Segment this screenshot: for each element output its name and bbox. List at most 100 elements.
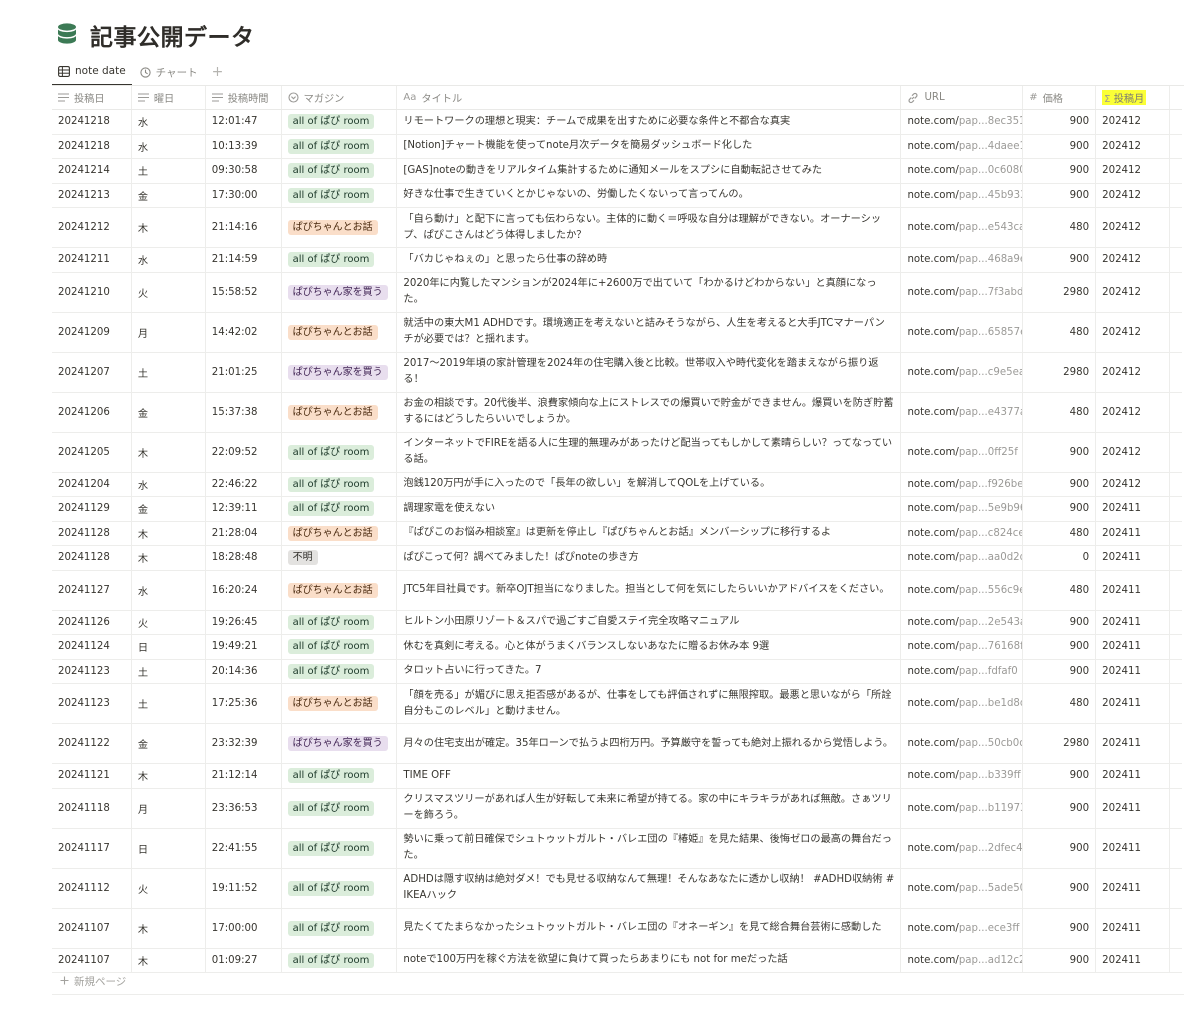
magazine-cell[interactable]: all of ぱぴ room <box>282 828 398 868</box>
table-row[interactable]: 20241128 木 21:28:04 ぱぴちゃんとお話 『ぱぴこのお悩み相談室』は更新… <box>52 521 1182 546</box>
url-cell[interactable]: note.com/pap...be1d8d <box>901 684 1024 723</box>
url-cell[interactable]: note.com/pap...45b933 <box>901 183 1024 207</box>
url-link[interactable]: note.com/pap...2dfec4 <box>907 843 1022 854</box>
article-title[interactable]: 勢いに乗って前日確保でシュトゥットガルト・バレエ団の『椿姫』を見た結果、後悔ゼロ… <box>403 832 894 864</box>
magazine-cell[interactable]: all of ぱぴ room <box>282 134 398 158</box>
magazine-cell[interactable]: all of ぱぴ room <box>282 248 398 272</box>
url-cell[interactable]: note.com/pap...65857e <box>901 312 1024 352</box>
article-title[interactable]: [Notion]チャート機能を使ってnote月次データを簡易ダッシュボード化した <box>403 138 752 154</box>
url-cell[interactable]: note.com/pap...556c9e <box>901 570 1024 610</box>
url-cell[interactable]: note.com/pap...0c6080 <box>901 159 1024 183</box>
article-title[interactable]: ぱぴこって何？調べてみました！ぱぴnoteの歩き方 <box>403 550 638 566</box>
title-cell[interactable]: 『ぱぴこのお悩み相談室』は更新を停止し『ぱぴちゃんとお話』メンバーシップに移行す… <box>397 521 902 545</box>
url-link[interactable]: note.com/pap...556c9e <box>907 585 1022 596</box>
magazine-cell[interactable]: ぱぴちゃんとお話 <box>282 208 398 247</box>
url-link[interactable]: note.com/pap...e4377a <box>907 407 1022 418</box>
table-row[interactable]: 20241117 日 22:41:55 all of ぱぴ room 勢いに乗って前日確… <box>52 828 1182 869</box>
title-cell[interactable]: 勢いに乗って前日確保でシュトゥットガルト・バレエ団の『椿姫』を見た結果、後悔ゼロ… <box>397 828 902 868</box>
url-link[interactable]: note.com/pap...8ec351 <box>907 116 1022 127</box>
url-link[interactable]: note.com/pap...7f3abd <box>907 287 1022 298</box>
table-row[interactable]: 20241210 火 15:58:52 ぱぴちゃん家を買う 2020年に内覧したマンショ… <box>52 272 1182 313</box>
article-title[interactable]: お金の相談です。20代後半、浪費家傾向な上にストレスでの爆買いで貯金ができません… <box>403 396 894 428</box>
url-cell[interactable]: note.com/pap...5ade50 <box>901 868 1024 908</box>
url-cell[interactable]: note.com/pap...f926be <box>901 472 1024 496</box>
article-title[interactable]: 「バカじゃねぇの」と思ったら仕事の辞め時 <box>403 252 607 268</box>
url-link[interactable]: note.com/pap...2e543a <box>907 617 1022 628</box>
title-cell[interactable]: リモートワークの理想と現実：チームで成果を出すために必要な条件と不都合な真実 <box>397 110 902 134</box>
url-cell[interactable]: note.com/pap...ad12c2 <box>901 948 1024 972</box>
url-cell[interactable]: note.com/pap...c9e5ea <box>901 352 1024 392</box>
url-cell[interactable]: note.com/pap...5e9b96 <box>901 497 1024 521</box>
url-link[interactable]: note.com/pap...5e9b96 <box>907 503 1022 514</box>
article-title[interactable]: リモートワークの理想と現実：チームで成果を出すために必要な条件と不都合な真実 <box>403 114 790 130</box>
url-cell[interactable]: note.com/pap...c824ce <box>901 521 1024 545</box>
url-cell[interactable]: note.com/pap...b11973 <box>901 788 1024 828</box>
table-row[interactable]: 20241218 水 12:01:47 all of ぱぴ room リモートワークの理… <box>52 110 1182 135</box>
magazine-cell[interactable]: all of ぱぴ room <box>282 764 398 788</box>
magazine-cell[interactable]: ぱぴちゃんとお話 <box>282 312 398 352</box>
url-link[interactable]: note.com/pap...ad12c2 <box>907 955 1022 966</box>
article-title[interactable]: 月々の住宅支出が確定。35年ローンで払うよ四桁万円。予算厳守を誓っても絶対上振れ… <box>403 736 893 752</box>
url-cell[interactable]: note.com/pap...fdfaf0 <box>901 659 1024 683</box>
url-link[interactable]: note.com/pap...c9e5ea <box>907 367 1022 378</box>
magazine-cell[interactable]: all of ぱぴ room <box>282 159 398 183</box>
article-title[interactable]: 『ぱぴこのお悩み相談室』は更新を停止し『ぱぴちゃんとお話』メンバーシップに移行す… <box>403 525 831 541</box>
title-cell[interactable]: noteで100万円を稼ぐ方法を欲望に負けて買ったらあまりにも not for … <box>397 948 902 972</box>
magazine-cell[interactable]: all of ぱぴ room <box>282 472 398 496</box>
magazine-cell[interactable]: all of ぱぴ room <box>282 908 398 948</box>
url-cell[interactable]: note.com/pap...aa0d2d <box>901 546 1024 570</box>
table-row[interactable]: 20241218 水 10:13:39 all of ぱぴ room [Notion]チ… <box>52 134 1182 159</box>
url-link[interactable]: note.com/pap...b339ff <box>907 770 1020 781</box>
url-link[interactable]: note.com/pap...0c6080 <box>907 165 1022 176</box>
magazine-cell[interactable]: ぱぴちゃん家を買う <box>282 272 398 312</box>
magazine-cell[interactable]: ぱぴちゃんとお話 <box>282 392 398 432</box>
table-row[interactable]: 20241126 火 19:26:45 all of ぱぴ room ヒルトン小田原リゾ… <box>52 610 1182 635</box>
article-title[interactable]: 就活中の東大M1 ADHDです。環境適正を考えないと詰みそうながら、人生を考える… <box>403 316 894 348</box>
table-row[interactable]: 20241107 木 01:09:27 all of ぱぴ room noteで100万… <box>52 948 1182 973</box>
url-cell[interactable]: note.com/pap...2dfec4 <box>901 828 1024 868</box>
article-title[interactable]: インターネットでFIREを語る人に生理的無理みがあったけど配当ってもしかして素晴… <box>403 436 894 468</box>
article-title[interactable]: [GAS]noteの動きをリアルタイム集計するために通知メールをスプシに自動転記… <box>403 163 822 179</box>
url-link[interactable]: note.com/pap...5ade50 <box>907 883 1022 894</box>
column-header-price[interactable]: # 価格 <box>1023 86 1097 109</box>
column-header-time[interactable]: 投稿時間 <box>206 86 282 109</box>
table-row[interactable]: 20241123 土 20:14:36 all of ぱぴ room タロット占いに行っ… <box>52 659 1182 684</box>
column-header-url[interactable]: URL <box>901 86 1024 109</box>
url-cell[interactable]: note.com/pap...8ec351 <box>901 110 1024 134</box>
article-title[interactable]: 休むを真剣に考える。心と体がうまくバランスしないあなたに贈るお休み本 9選 <box>403 639 769 655</box>
url-cell[interactable]: note.com/pap...76168f <box>901 635 1024 659</box>
article-title[interactable]: 調理家電を使えない <box>403 501 495 517</box>
new-page-button[interactable]: 新規ページ <box>60 974 126 989</box>
table-row[interactable]: 20241205 木 22:09:52 all of ぱぴ room インターネットでF… <box>52 432 1182 473</box>
url-link[interactable]: note.com/pap...fdfaf0 <box>907 666 1017 677</box>
title-cell[interactable]: 見たくてたまらなかったシュトゥットガルト・バレエ団の『オネーギン』を見て総合舞台… <box>397 908 902 948</box>
title-cell[interactable]: [GAS]noteの動きをリアルタイム集計するために通知メールをスプシに自動転記… <box>397 159 902 183</box>
magazine-cell[interactable]: all of ぱぴ room <box>282 948 398 972</box>
column-header-magazine[interactable]: マガジン <box>282 86 398 109</box>
url-cell[interactable]: note.com/pap...e4377a <box>901 392 1024 432</box>
table-row[interactable]: 20241112 火 19:11:52 all of ぱぴ room ADHDは隠す収納… <box>52 868 1182 909</box>
table-row[interactable]: 20241121 木 21:12:14 all of ぱぴ room TIME OFF n… <box>52 764 1182 789</box>
title-cell[interactable]: 「バカじゃねぇの」と思ったら仕事の辞め時 <box>397 248 902 272</box>
article-title[interactable]: 好きな仕事で生きていくとかじゃないの、労働したくないって言ってんの。 <box>403 187 748 203</box>
title-cell[interactable]: ヒルトン小田原リゾート＆スパで過ごすご自愛ステイ完全攻略マニュアル <box>397 610 902 634</box>
url-cell[interactable]: note.com/pap...ece3ff <box>901 908 1024 948</box>
magazine-cell[interactable]: ぱぴちゃん家を買う <box>282 352 398 392</box>
url-cell[interactable]: note.com/pap...b339ff <box>901 764 1024 788</box>
magazine-cell[interactable]: all of ぱぴ room <box>282 610 398 634</box>
article-title[interactable]: noteで100万円を稼ぐ方法を欲望に負けて買ったらあまりにも not for … <box>403 952 787 968</box>
magazine-cell[interactable]: all of ぱぴ room <box>282 635 398 659</box>
title-cell[interactable]: 泡銭120万円が手に入ったので「長年の欲しい」を解消してQOLを上げている。 <box>397 472 902 496</box>
title-cell[interactable]: JTC5年目社員です。新卒OJT担当になりました。担当として何を気にしたらいいか… <box>397 570 902 610</box>
table-row[interactable]: 20241214 土 09:30:58 all of ぱぴ room [GAS]note… <box>52 159 1182 184</box>
table-row[interactable]: 20241123 土 17:25:36 ぱぴちゃんとお話 「顔を売る」が媚びに思え拒否感… <box>52 684 1182 724</box>
table-row[interactable]: 20241212 木 21:14:16 ぱぴちゃんとお話 「自ら動け」と配下に言っても伝… <box>52 208 1182 248</box>
magazine-cell[interactable]: all of ぱぴ room <box>282 432 398 472</box>
title-cell[interactable]: タロット占いに行ってきた。7 <box>397 659 902 683</box>
url-link[interactable]: note.com/pap...f926be <box>907 479 1022 490</box>
url-link[interactable]: note.com/pap...0ff25f <box>907 447 1017 458</box>
url-link[interactable]: note.com/pap...c824ce <box>907 528 1022 539</box>
url-link[interactable]: note.com/pap...4daee1 <box>907 141 1022 152</box>
title-cell[interactable]: クリスマスツリーがあれば人生が好転して未来に希望が持てる。家の中にキラキラがあれ… <box>397 788 902 828</box>
table-row[interactable]: 20241107 木 17:00:00 all of ぱぴ room 見たくてたまらなか… <box>52 908 1182 949</box>
